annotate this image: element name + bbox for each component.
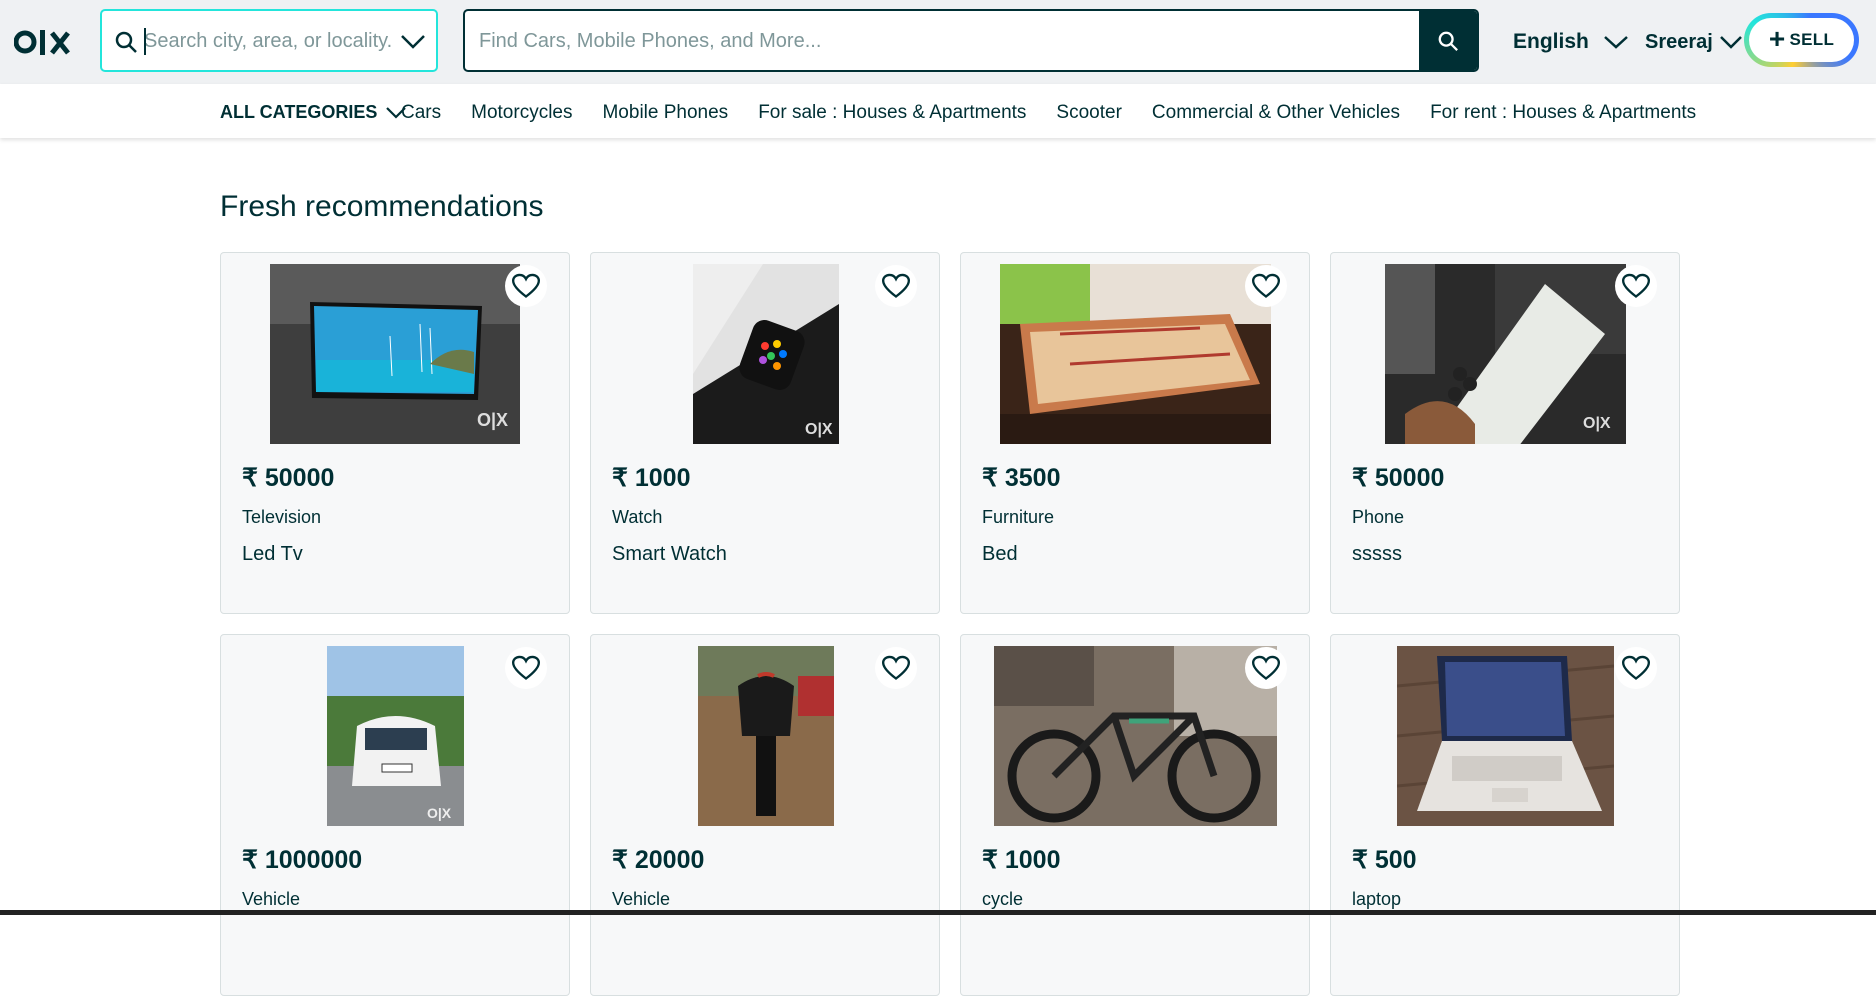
- sell-label: SELL: [1789, 30, 1835, 49]
- favorite-button[interactable]: [505, 265, 547, 307]
- heart-icon: [1252, 655, 1280, 680]
- category-link-cars[interactable]: Cars: [401, 102, 441, 124]
- listing-category: Furniture: [982, 507, 1055, 527]
- category-link-mobile-phones[interactable]: Mobile Phones: [602, 102, 728, 124]
- category-link-houses-sale[interactable]: For sale : Houses & Apartments: [758, 102, 1026, 124]
- listing-image-phone: O|X: [1385, 264, 1626, 444]
- favorite-button[interactable]: [1615, 265, 1657, 307]
- category-bar: ALL CATEGORIES Cars Motorcycles Mobile P…: [0, 84, 1876, 138]
- listing-title: Led Tv: [242, 543, 303, 565]
- user-menu[interactable]: Sreeraj: [1645, 26, 1743, 58]
- favorite-button[interactable]: [1245, 647, 1287, 689]
- favorite-button[interactable]: [875, 647, 917, 689]
- heart-icon: [882, 273, 910, 298]
- listing-price: ₹ 3500: [982, 464, 1061, 492]
- svg-text:O|X: O|X: [805, 421, 833, 438]
- category-link-motorcycles[interactable]: Motorcycles: [471, 102, 572, 124]
- heart-icon: [512, 273, 540, 298]
- listing-image-car: O|X: [327, 646, 464, 826]
- heart-icon: [1252, 273, 1280, 298]
- main-search-box[interactable]: [463, 9, 1479, 72]
- sell-button[interactable]: + SELL: [1744, 13, 1859, 67]
- listing-card[interactable]: ₹ 3500 Furniture Bed: [960, 252, 1310, 614]
- search-icon: [1438, 31, 1458, 51]
- listing-price: ₹ 1000000: [242, 846, 363, 874]
- search-button[interactable]: [1419, 11, 1477, 70]
- listing-category: laptop: [1352, 889, 1402, 909]
- bottom-edge: [0, 910, 1876, 915]
- all-categories-label: ALL CATEGORIES: [220, 102, 378, 122]
- listing-category: Vehicle: [242, 889, 301, 909]
- listing-price: ₹ 50000: [242, 464, 335, 492]
- listing-price: ₹ 1000: [612, 464, 691, 492]
- listing-price: ₹ 20000: [612, 846, 705, 874]
- listing-price: ₹ 1000: [982, 846, 1061, 874]
- listing-card[interactable]: O|X ₹ 50000 Television Led Tv: [220, 252, 570, 614]
- language-selector[interactable]: English: [1513, 26, 1629, 58]
- listing-category: Vehicle: [612, 889, 671, 909]
- favorite-button[interactable]: [1615, 647, 1657, 689]
- user-name: Sreeraj: [1645, 30, 1713, 53]
- all-categories-dropdown[interactable]: ALL CATEGORIES: [220, 102, 407, 123]
- language-label: English: [1513, 30, 1589, 53]
- category-link-houses-rent[interactable]: For rent : Houses & Apartments: [1430, 102, 1696, 124]
- location-search-box[interactable]: [100, 9, 438, 72]
- listing-image-motorcycle: [698, 646, 834, 826]
- category-link-commercial-vehicles[interactable]: Commercial & Other Vehicles: [1152, 102, 1400, 124]
- listing-category: Phone: [1352, 507, 1405, 527]
- favorite-button[interactable]: [1245, 265, 1287, 307]
- svg-text:O|X: O|X: [477, 410, 508, 430]
- listing-title: Smart Watch: [612, 543, 727, 565]
- category-link-scooter[interactable]: Scooter: [1056, 102, 1121, 124]
- chevron-down-icon: [1719, 36, 1742, 49]
- listing-image-cycle: [994, 646, 1277, 826]
- listing-title: sssss: [1352, 543, 1402, 565]
- listing-price: ₹ 500: [1352, 846, 1417, 874]
- listing-image-watch: O|X: [693, 264, 839, 444]
- location-input[interactable]: [144, 27, 394, 55]
- listing-image-bed: [1000, 264, 1271, 444]
- listing-image-laptop: [1397, 646, 1614, 826]
- listing-price: ₹ 50000: [1352, 464, 1445, 492]
- heart-icon: [1622, 273, 1650, 298]
- olx-logo[interactable]: [14, 22, 76, 62]
- category-links: Cars Motorcycles Mobile Phones For sale …: [401, 102, 1696, 124]
- listing-title: Bed: [982, 543, 1018, 565]
- favorite-button[interactable]: [875, 265, 917, 307]
- listing-category: Television: [242, 507, 322, 527]
- listing-card[interactable]: ₹ 1000 cycle: [960, 634, 1310, 996]
- search-icon: [115, 31, 137, 53]
- heart-icon: [882, 655, 910, 680]
- chevron-down-icon: [1604, 36, 1628, 49]
- heart-icon: [1622, 655, 1650, 680]
- heart-icon: [512, 655, 540, 680]
- listing-card[interactable]: O|X ₹ 50000 Phone sssss: [1330, 252, 1680, 614]
- search-input[interactable]: [479, 27, 1379, 55]
- listing-card[interactable]: O|X ₹ 1000000 Vehicle: [220, 634, 570, 996]
- plus-icon: +: [1768, 23, 1786, 54]
- listing-card[interactable]: ₹ 500 laptop: [1330, 634, 1680, 996]
- header: English Sreeraj + SELL: [0, 0, 1876, 84]
- listing-category: Watch: [612, 507, 663, 527]
- listing-category: cycle: [982, 889, 1024, 909]
- listing-card[interactable]: O|X ₹ 1000 Watch Smart Watch: [590, 252, 940, 614]
- svg-text:O|X: O|X: [427, 805, 452, 821]
- chevron-down-icon[interactable]: [400, 33, 426, 51]
- favorite-button[interactable]: [505, 647, 547, 689]
- listing-image-tv: O|X: [270, 264, 520, 444]
- svg-text:O|X: O|X: [1583, 415, 1611, 432]
- listing-card[interactable]: ₹ 20000 Vehicle: [590, 634, 940, 996]
- text-cursor: [144, 28, 146, 55]
- section-title: Fresh recommendations: [220, 190, 544, 223]
